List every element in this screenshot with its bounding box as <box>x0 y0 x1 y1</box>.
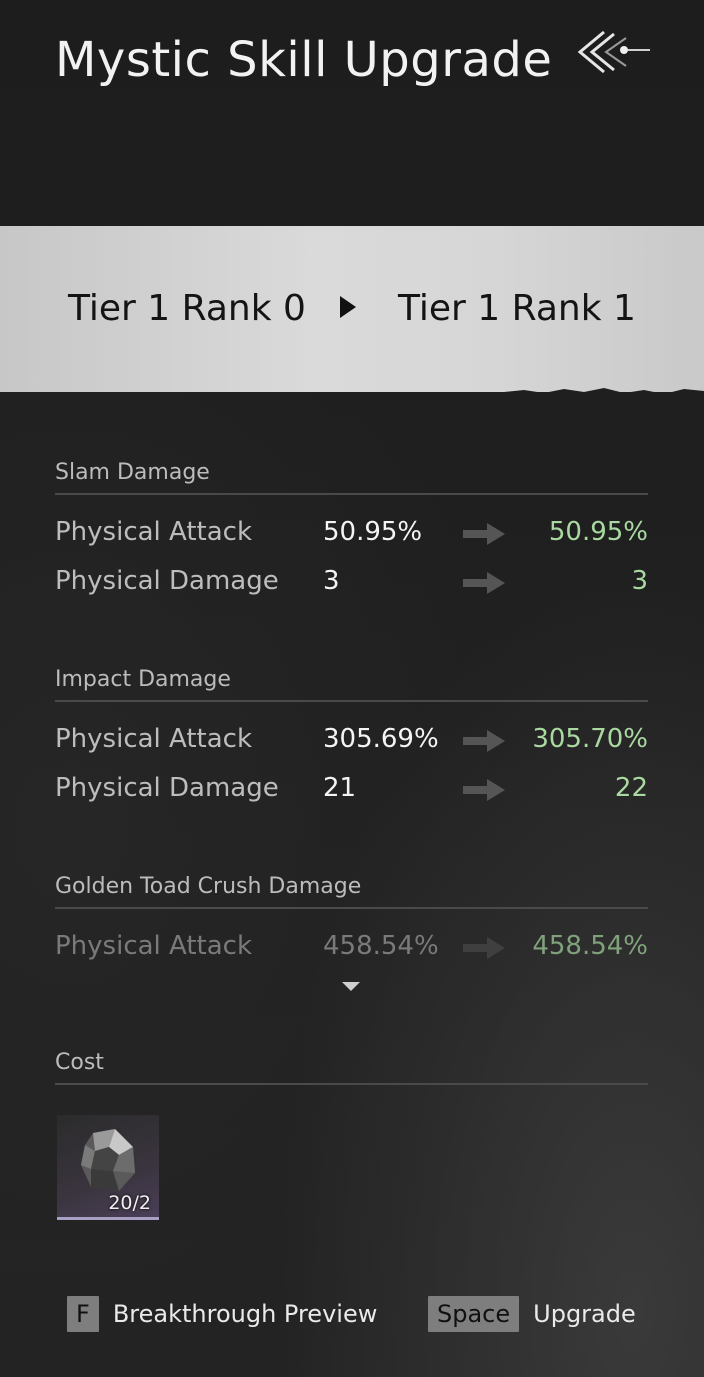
stat-old-value: 458.54% <box>323 931 439 961</box>
banner-edge <box>504 388 704 396</box>
stat-new-value: 22 <box>614 773 648 803</box>
section-impact-damage: Impact Damage Physical Attack 305.69% 30… <box>55 667 648 812</box>
arrow-right-icon <box>463 937 505 959</box>
arrow-right-icon <box>463 730 505 752</box>
section-golden-toad-crush-damage: Golden Toad Crush Damage Physical Attack… <box>55 874 648 970</box>
cost-section: Cost <box>55 1050 648 1085</box>
cost-item[interactable]: 20/2 <box>57 1115 159 1220</box>
stat-new-value: 3 <box>631 566 648 596</box>
upgrade-label: Upgrade <box>533 1300 636 1328</box>
section-title: Golden Toad Crush Damage <box>55 874 648 909</box>
page-title: Mystic Skill Upgrade <box>55 32 553 88</box>
stat-row: Physical Damage 3 3 <box>55 556 648 605</box>
cost-title: Cost <box>55 1050 648 1085</box>
stat-label: Physical Attack <box>55 931 253 961</box>
cost-count: 20/2 <box>108 1192 151 1214</box>
stat-row: Physical Attack 305.69% 305.70% <box>55 714 648 763</box>
stat-row: Physical Attack 50.95% 50.95% <box>55 507 648 556</box>
arrow-right-icon <box>463 572 505 594</box>
arrow-right-icon <box>463 779 505 801</box>
stat-new-value: 458.54% <box>532 931 648 961</box>
section-title: Impact Damage <box>55 667 648 702</box>
tier-to: Tier 1 Rank 1 <box>398 288 636 329</box>
back-chevron-icon[interactable] <box>574 26 652 80</box>
stat-row: Physical Attack 458.54% 458.54% <box>55 921 648 970</box>
stat-row: Physical Damage 21 22 <box>55 763 648 812</box>
section-slam-damage: Slam Damage Physical Attack 50.95% 50.95… <box>55 460 648 605</box>
stat-old-value: 305.69% <box>323 724 439 754</box>
stat-new-value: 50.95% <box>548 517 648 547</box>
stat-new-value: 305.70% <box>532 724 648 754</box>
stat-label: Physical Damage <box>55 773 279 803</box>
triangle-right-icon <box>340 296 356 318</box>
section-title: Slam Damage <box>55 460 648 495</box>
keycap-f: F <box>67 1296 99 1332</box>
stat-old-value: 50.95% <box>323 517 423 547</box>
upgrade-button[interactable]: Space Upgrade <box>428 1295 636 1333</box>
stat-label: Physical Attack <box>55 517 253 547</box>
stat-old-value: 3 <box>323 566 340 596</box>
tier-from: Tier 1 Rank 0 <box>68 288 306 329</box>
keycap-space: Space <box>428 1296 520 1332</box>
ore-stone-icon <box>81 1129 135 1191</box>
stat-label: Physical Damage <box>55 566 279 596</box>
stat-label: Physical Attack <box>55 724 253 754</box>
tier-banner: Tier 1 Rank 0 Tier 1 Rank 1 <box>0 226 704 396</box>
breakthrough-preview-label: Breakthrough Preview <box>112 1300 378 1328</box>
stat-old-value: 21 <box>323 773 357 803</box>
breakthrough-preview-button[interactable]: F Breakthrough Preview <box>67 1295 377 1333</box>
scroll-down-icon[interactable] <box>342 982 360 991</box>
arrow-right-icon <box>463 523 505 545</box>
